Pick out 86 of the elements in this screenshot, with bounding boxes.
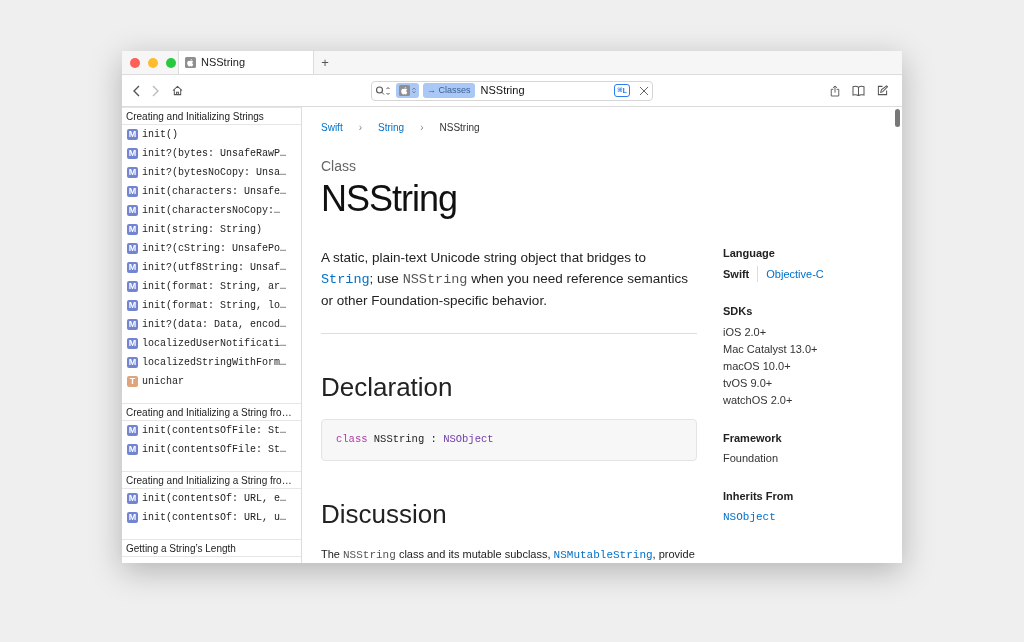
aside-value: tvOS 9.0+ [723,375,774,391]
shortcut-badge: ⌘L [614,84,630,97]
symbol-item[interactable]: M localizedUserNotificati… [122,334,301,353]
symbol-item[interactable]: M init?(data: Data, encod… [122,315,301,334]
home-icon[interactable] [172,85,183,96]
search-field[interactable]: → Classes NSString ⌘L [371,80,653,101]
stepper-icon [412,87,416,94]
scrollbar-thumb[interactable] [895,109,900,127]
symbol-badge: M [127,262,138,273]
symbol-item[interactable]: M init(format: String, ar… [122,277,301,296]
share-icon[interactable] [830,84,840,97]
symbol-item[interactable]: M init(charactersNoCopy:… [122,201,301,220]
scope-token[interactable]: → Classes [423,83,475,98]
symbol-badge: M [127,357,138,368]
symbol-item[interactable]: T unichar [122,372,301,391]
abstract-text: A static, plain-text Unicode string object that bridges to String; use NSString when you need reference semantics or other Foundation-specific behavior. [321,249,690,310]
discussion-text: The NSString class and its mutable subclass, NSMutableString, provide [321,547,696,563]
apple-icon [399,85,410,96]
symbol-badge: M [127,281,138,292]
breadcrumb-link[interactable]: Swift [321,119,343,135]
aside-heading: Inherits From [723,489,795,504]
aside-heading: Language [723,246,776,261]
symbol-badge: M [127,224,138,235]
symbol-item[interactable]: M init?(bytesNoCopy: Unsa… [122,163,301,182]
section-header: Creating and Initializing Strings [122,107,301,125]
close-button[interactable] [130,57,140,68]
language-option[interactable]: Objective-C [757,265,824,282]
symbol-item[interactable]: M init() [122,125,301,144]
language-option[interactable]: Swift [723,265,750,282]
aside-heading: SDKs [723,304,754,319]
symbol-item[interactable]: M init?(utf8String: Unsaf… [122,258,301,277]
aside-value: Foundation [723,451,780,466]
symbol-badge: M [127,148,138,159]
aside-heading: Framework [723,430,783,446]
symbol-badge: M [127,167,138,178]
page-title: NSString [321,177,459,221]
tab[interactable]: NSString [178,51,314,74]
symbol-badge: M [127,205,138,216]
aside-value: macOS 10.0+ [723,358,792,374]
symbol-badge: M [127,338,138,349]
symbol-badge: M [127,512,138,523]
code-block: class NSString : NSObject [321,419,697,461]
symbol-badge: M [127,319,138,330]
book-icon[interactable] [852,85,865,96]
symbol-link[interactable]: NSMutableString [553,549,653,561]
page-eyebrow: Class [321,157,357,176]
breadcrumb-separator: › [358,120,362,135]
apple-icon [185,57,196,68]
symbol-item[interactable]: M init?(bytes: UnsafeRawP… [122,144,301,163]
symbol-item[interactable]: M localizedStringWithForm… [122,353,301,372]
symbol-item[interactable]: M init?(cString: UnsafePo… [122,239,301,258]
section-header: Creating and Initializing a String fro… [122,403,301,421]
clear-icon[interactable] [639,85,649,96]
section-heading: Declaration [321,371,454,404]
section-header: Getting a String’s Length [122,539,301,557]
symbol-link[interactable]: String [321,272,370,287]
search-icon[interactable] [375,85,390,96]
symbol-badge: T [127,376,138,387]
symbol-badge: M [127,425,138,436]
symbol-badge: M [127,444,138,455]
symbol-badge: M [127,493,138,504]
edit-icon[interactable] [877,85,888,96]
symbol-item[interactable]: M init(string: String) [122,220,301,239]
symbol-item[interactable]: M init(format: String, lo… [122,296,301,315]
new-tab-button[interactable]: + [314,51,336,74]
symbol-item[interactable]: M init(characters: Unsafe… [122,182,301,201]
platform-selector[interactable] [396,83,419,98]
symbol-item[interactable]: M init(contentsOfFile: St… [122,440,301,459]
back-icon[interactable] [132,84,140,97]
symbol-badge: M [127,186,138,197]
aside-value: watchOS 2.0+ [723,392,794,408]
aside-value: iOS 2.0+ [723,324,768,340]
aside-value: Mac Catalyst 13.0+ [723,341,819,357]
symbol-item[interactable]: M init(contentsOf: URL, e… [122,489,301,508]
breadcrumb-separator: › [420,120,424,135]
symbol-badge: M [127,243,138,254]
breadcrumb-link[interactable]: String [378,119,405,135]
symbol-item[interactable]: M init(contentsOfFile: St… [122,421,301,440]
symbol-badge: M [127,129,138,140]
section-header: Creating and Initializing a String fro… [122,471,301,489]
breadcrumb-current: NSString [439,120,480,135]
symbol-badge: M [127,300,138,311]
symbol-item[interactable]: M init(contentsOf: URL, u… [122,508,301,527]
symbol-link[interactable]: NSObject [723,508,873,525]
search-value: NSString [480,83,526,99]
section-heading: Discussion [321,498,448,531]
